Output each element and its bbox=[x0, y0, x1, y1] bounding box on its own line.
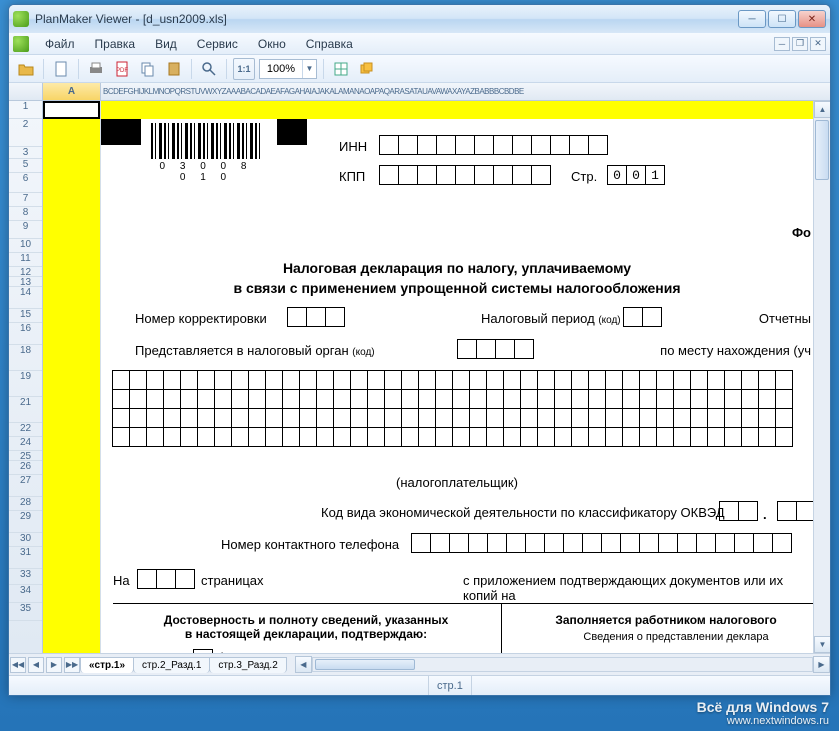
period-label: Налоговый период (код) bbox=[481, 311, 621, 326]
menu-edit[interactable]: Правка bbox=[85, 35, 146, 53]
location-label: по месту нахождения (уч bbox=[660, 343, 811, 358]
open-icon[interactable] bbox=[15, 58, 37, 80]
print-icon[interactable] bbox=[85, 58, 107, 80]
zoom-dropdown-icon[interactable]: ▼ bbox=[302, 60, 316, 78]
menu-tools[interactable]: Сервис bbox=[187, 35, 248, 53]
okved-label: Код вида экономической деятельности по к… bbox=[321, 505, 725, 520]
menu-view[interactable]: Вид bbox=[145, 35, 187, 53]
row-headers[interactable]: 1 2 3 5 6 7 8 9 10 11 12 13 14 15 16 18 … bbox=[9, 101, 43, 653]
page-label: Стр. bbox=[571, 169, 597, 184]
tab-prev-icon[interactable]: ◀ bbox=[28, 657, 44, 673]
actual-size-icon[interactable]: 1:1 bbox=[233, 58, 255, 80]
paste-icon[interactable] bbox=[163, 58, 185, 80]
sheet-tabs: ◀◀ ◀ ▶ ▶▶ «стр.1» стр.2_Разд.1 стр.3_Раз… bbox=[9, 653, 830, 675]
kpp-cells[interactable] bbox=[379, 165, 551, 185]
organ-label: Представляется в налоговый орган (код) bbox=[135, 343, 375, 358]
sheet-content[interactable]: 0 3 0 0 8 0 1 0 ИНН КПП Стр. 001 Фо Нало… bbox=[101, 101, 813, 653]
tab-last-icon[interactable]: ▶▶ bbox=[64, 657, 80, 673]
pdf-icon[interactable]: PDF bbox=[111, 58, 133, 80]
sheets-icon[interactable] bbox=[356, 58, 378, 80]
organ-cells[interactable] bbox=[457, 339, 534, 359]
scroll-thumb[interactable] bbox=[815, 120, 829, 180]
black-marker bbox=[101, 119, 141, 145]
grid-icon[interactable] bbox=[330, 58, 352, 80]
window-title: PlanMaker Viewer - [d_usn2009.xls] bbox=[35, 12, 738, 26]
sheet-tab-3[interactable]: стр.3_Разд.2 bbox=[209, 657, 286, 673]
horizontal-scrollbar[interactable]: ◀ ▶ bbox=[295, 656, 830, 673]
maximize-button[interactable]: ☐ bbox=[768, 10, 796, 28]
zoom-input[interactable] bbox=[260, 63, 302, 75]
toolbar: PDF 1:1 ▼ bbox=[9, 55, 830, 83]
page-cells: 001 bbox=[607, 165, 665, 185]
status-sheet: стр.1 bbox=[429, 676, 472, 695]
app-icon bbox=[13, 11, 29, 27]
titlebar: PlanMaker Viewer - [d_usn2009.xls] ─ ☐ ✕ bbox=[9, 5, 830, 33]
tp-num-label: 1 - налогоплательщик, bbox=[219, 651, 334, 653]
statusbar: стр.1 bbox=[9, 675, 830, 695]
inn-label: ИНН bbox=[339, 139, 367, 154]
taxpayer-caption: (налогоплательщик) bbox=[101, 475, 813, 490]
scroll-right-icon[interactable]: ▶ bbox=[813, 656, 830, 673]
section-b-title: Заполняется работником налогового bbox=[521, 613, 811, 627]
column-a-band bbox=[43, 101, 101, 653]
scroll-left-icon[interactable]: ◀ bbox=[295, 656, 312, 673]
watermark: Всё для Windows 7 www.nextwindows.ru bbox=[697, 699, 829, 727]
okved-cells-1[interactable] bbox=[719, 501, 758, 521]
column-headers: A BCDEFGHIJKLMNOPQRSTUVWXYZAAABACADAEAFA… bbox=[9, 83, 830, 101]
period-cells[interactable] bbox=[623, 307, 662, 327]
doc-restore-button[interactable]: ❐ bbox=[792, 37, 808, 51]
tab-first-icon[interactable]: ◀◀ bbox=[10, 657, 26, 673]
form-code-label: Фо bbox=[792, 225, 811, 240]
menu-window[interactable]: Окно bbox=[248, 35, 296, 53]
select-all-corner[interactable] bbox=[9, 83, 43, 100]
minimize-button[interactable]: ─ bbox=[738, 10, 766, 28]
attach-label: с приложением подтверждающих документов … bbox=[463, 573, 813, 603]
zoom-combo[interactable]: ▼ bbox=[259, 59, 317, 79]
correction-label: Номер корректировки bbox=[135, 311, 267, 326]
scroll-up-icon[interactable]: ▲ bbox=[814, 101, 830, 118]
document-icon bbox=[13, 36, 29, 52]
confirm-cell[interactable] bbox=[193, 649, 213, 653]
okved-cells-2[interactable] bbox=[777, 501, 813, 521]
app-window: PlanMaker Viewer - [d_usn2009.xls] ─ ☐ ✕… bbox=[8, 4, 831, 696]
menu-help[interactable]: Справка bbox=[296, 35, 363, 53]
phone-label: Номер контактного телефона bbox=[221, 537, 399, 552]
svg-text:PDF: PDF bbox=[116, 68, 128, 74]
find-icon[interactable] bbox=[198, 58, 220, 80]
doc-close-button[interactable]: ✕ bbox=[810, 37, 826, 51]
pages-cells[interactable] bbox=[137, 569, 195, 589]
year-label: Отчетны bbox=[759, 311, 811, 326]
copy-icon[interactable] bbox=[137, 58, 159, 80]
inn-cells[interactable] bbox=[379, 135, 608, 155]
column-headers-rest[interactable]: BCDEFGHIJKLMNOPQRSTUVWXYZAAABACADAEAFAGA… bbox=[101, 83, 830, 100]
tab-next-icon[interactable]: ▶ bbox=[46, 657, 62, 673]
new-doc-icon[interactable] bbox=[50, 58, 72, 80]
section-b-sub: Сведения о представлении деклара bbox=[541, 631, 811, 643]
scroll-down-icon[interactable]: ▼ bbox=[814, 636, 830, 653]
barcode: 0 3 0 0 8 0 1 0 bbox=[151, 123, 261, 173]
spreadsheet: A BCDEFGHIJKLMNOPQRSTUVWXYZAAABACADAEAFA… bbox=[9, 83, 830, 675]
correction-cells[interactable] bbox=[287, 307, 345, 327]
name-cells[interactable] bbox=[113, 371, 793, 447]
doc-minimize-button[interactable]: ─ bbox=[774, 37, 790, 51]
pages-label: страницах bbox=[201, 573, 264, 588]
active-cell[interactable] bbox=[43, 101, 100, 119]
declaration-title: Налоговая декларация по налогу, уплачива… bbox=[101, 259, 813, 298]
vertical-scrollbar[interactable]: ▲ ▼ bbox=[813, 101, 830, 653]
column-header-a[interactable]: A bbox=[43, 83, 101, 100]
close-button[interactable]: ✕ bbox=[798, 10, 826, 28]
na-label: На bbox=[113, 573, 130, 588]
menubar: Файл Правка Вид Сервис Окно Справка ─ ❐ … bbox=[9, 33, 830, 55]
menu-file[interactable]: Файл bbox=[35, 35, 85, 53]
section-a-title: Достоверность и полноту сведений, указан… bbox=[121, 613, 491, 641]
hscroll-thumb[interactable] bbox=[315, 659, 415, 670]
black-marker bbox=[277, 119, 307, 145]
sheet-tab-1[interactable]: «стр.1» bbox=[80, 657, 134, 673]
kpp-label: КПП bbox=[339, 169, 365, 184]
sheet-tab-2[interactable]: стр.2_Разд.1 bbox=[133, 657, 210, 673]
phone-cells[interactable] bbox=[411, 533, 792, 553]
